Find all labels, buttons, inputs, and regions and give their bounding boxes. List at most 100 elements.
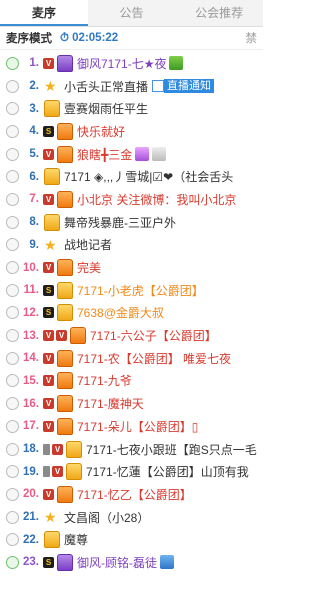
queue-row[interactable]: 21. ★ 文昌阁（小28）: [0, 506, 263, 529]
vip-badge-icon: V: [43, 148, 54, 160]
queue-row[interactable]: 19. V 7171-忆蓮【公爵团】山顶有我: [0, 460, 263, 483]
mic-status-icon: [6, 555, 19, 569]
queue-position: 16.: [23, 397, 39, 410]
user-name[interactable]: 7171-忆乙【公爵团】: [77, 486, 192, 503]
mic-status-icon: [6, 147, 19, 161]
queue-row[interactable]: 5. V 狼瞎╋三金: [0, 143, 263, 166]
member-role-icon: [57, 372, 73, 390]
user-name[interactable]: 文昌阁（小28）: [64, 509, 149, 526]
queue-timer: ⏱ 02:05:22: [60, 31, 119, 44]
user-name[interactable]: 7171-魔神天: [77, 395, 144, 412]
queue-row[interactable]: 10. V 完美: [0, 256, 263, 279]
vip-badge-icon: V: [52, 443, 63, 455]
queue-row[interactable]: 13. V V 7171-六公子【公爵团】: [0, 324, 263, 347]
user-name[interactable]: 7171-九爷: [77, 372, 132, 389]
mic-status-icon: [6, 261, 19, 275]
queue-position: 5.: [29, 148, 39, 161]
queue-position: 21.: [23, 511, 39, 524]
vip-badge-icon: V: [43, 262, 54, 274]
mic-status-icon: [6, 465, 19, 479]
svip-badge-icon: S: [43, 125, 54, 137]
queue-position: 23.: [23, 556, 39, 569]
queue-row[interactable]: 14. V 7171-农【公爵团】 唯爱七夜: [0, 347, 263, 370]
vip-badge-icon: V: [43, 330, 54, 342]
queue-position: 6.: [29, 170, 39, 183]
vip-badge-icon: V: [43, 352, 54, 364]
member-role-icon: [57, 417, 73, 435]
user-name[interactable]: 魔尊: [64, 531, 88, 548]
level-badge-icon: [160, 555, 174, 570]
queue-row[interactable]: 6. 7171 ◈,,,丿雪城|☑❤（社会舌头: [0, 165, 263, 188]
mic-status-icon: [6, 56, 19, 70]
queue-row[interactable]: 4. S 快乐就好: [0, 120, 263, 143]
queue-position: 20.: [23, 488, 39, 501]
queue-row[interactable]: 8. 舞帝残暴鹿-三亚户外: [0, 211, 263, 234]
mic-status-icon: [6, 283, 19, 297]
member-role-icon: [66, 440, 82, 458]
queue-mode-bar: 麦序模式 ⏱ 02:05:22 禁: [0, 27, 263, 50]
queue-row[interactable]: 15. V 7171-九爷: [0, 370, 263, 393]
member-role-icon: [57, 190, 73, 208]
vip-badge-icon: V: [43, 193, 54, 205]
member-role-icon: [57, 259, 73, 277]
user-name[interactable]: 7171 ◈,,,丿雪城|☑❤（社会舌头: [64, 168, 233, 185]
queue-position: 17.: [23, 420, 39, 433]
user-name[interactable]: 小北京 关注微博：我叫小北京: [77, 191, 236, 208]
user-name[interactable]: 舞帝残暴鹿-三亚户外: [64, 214, 176, 231]
mic-status-icon: [6, 102, 19, 116]
ban-button[interactable]: 禁: [246, 30, 258, 46]
mic-status-icon: [6, 79, 19, 93]
tab-announcement[interactable]: 公告: [88, 0, 176, 26]
mobile-icon: [43, 443, 50, 455]
mic-status-icon: [6, 170, 19, 184]
tab-bar: 麦序 公告 公会推荐: [0, 0, 263, 27]
user-name[interactable]: 7171-朵儿【公爵团】▯: [77, 418, 198, 435]
user-name[interactable]: 御风7171-七★夜: [77, 55, 166, 72]
user-name[interactable]: 狼瞎╋三金: [77, 146, 132, 163]
queue-row[interactable]: 22. 魔尊: [0, 528, 263, 551]
user-name[interactable]: 7171-七夜小跟班【跑S只点一毛: [86, 441, 257, 458]
user-name[interactable]: 完美: [77, 259, 101, 276]
user-name[interactable]: 7171-农【公爵团】 唯爱七夜: [77, 350, 231, 367]
queue-row[interactable]: 1. V 御风7171-七★夜: [0, 52, 263, 75]
mic-status-icon: [6, 487, 19, 501]
live-notice-badge[interactable]: 直播通知: [164, 79, 215, 94]
svip-badge-icon: S: [43, 284, 54, 296]
queue-row[interactable]: 18. V 7171-七夜小跟班【跑S只点一毛: [0, 438, 263, 461]
member-role-icon: [57, 304, 73, 322]
queue-row[interactable]: 16. V 7171-魔神天: [0, 392, 263, 415]
user-name[interactable]: 7638@金爵大叔: [77, 304, 164, 321]
guest-role-icon: ★: [44, 78, 57, 95]
tab-queue[interactable]: 麦序: [0, 0, 88, 26]
mic-status-icon: [6, 329, 19, 343]
queue-row[interactable]: 17. V 7171-朵儿【公爵团】▯: [0, 415, 263, 438]
user-name[interactable]: 7171-六公子【公爵团】: [90, 327, 217, 344]
vip-badge-icon: V: [43, 420, 54, 432]
guest-role-icon: ★: [44, 509, 57, 526]
user-name[interactable]: 7171-小老虎【公爵团】: [77, 282, 204, 299]
user-name[interactable]: 壹赛烟雨任平生: [64, 100, 148, 117]
user-name[interactable]: 7171-忆蓮【公爵团】山顶有我: [86, 463, 249, 480]
queue-row[interactable]: 23. S 御风-顾铭-磊徒: [0, 551, 263, 574]
member-role-icon: [44, 213, 60, 231]
queue-row[interactable]: 12. S 7638@金爵大叔: [0, 302, 263, 325]
mic-status-icon: [6, 215, 19, 229]
mobile-icon: [43, 466, 50, 478]
queue-row[interactable]: 9. ★ 战地记者: [0, 234, 263, 257]
queue-row[interactable]: 20. V 7171-忆乙【公爵团】: [0, 483, 263, 506]
notice-checkbox[interactable]: [152, 80, 165, 93]
queue-position: 3.: [29, 102, 39, 115]
queue-row[interactable]: 11. S 7171-小老虎【公爵团】: [0, 279, 263, 302]
queue-position: 8.: [29, 216, 39, 229]
user-name[interactable]: 小舌头正常直播: [64, 78, 148, 95]
queue-position: 11.: [23, 284, 39, 297]
queue-row[interactable]: 7. V 小北京 关注微博：我叫小北京: [0, 188, 263, 211]
queue-row[interactable]: 3. 壹赛烟雨任平生: [0, 97, 263, 120]
user-name[interactable]: 战地记者: [64, 236, 112, 253]
queue-position: 13.: [23, 329, 39, 342]
tab-guild-recommend[interactable]: 公会推荐: [175, 0, 263, 26]
user-name[interactable]: 快乐就好: [77, 123, 125, 140]
queue-position: 22.: [23, 533, 39, 546]
queue-row[interactable]: 2. ★ 小舌头正常直播 直播通知: [0, 75, 263, 98]
user-name[interactable]: 御风-顾铭-磊徒: [77, 554, 157, 571]
